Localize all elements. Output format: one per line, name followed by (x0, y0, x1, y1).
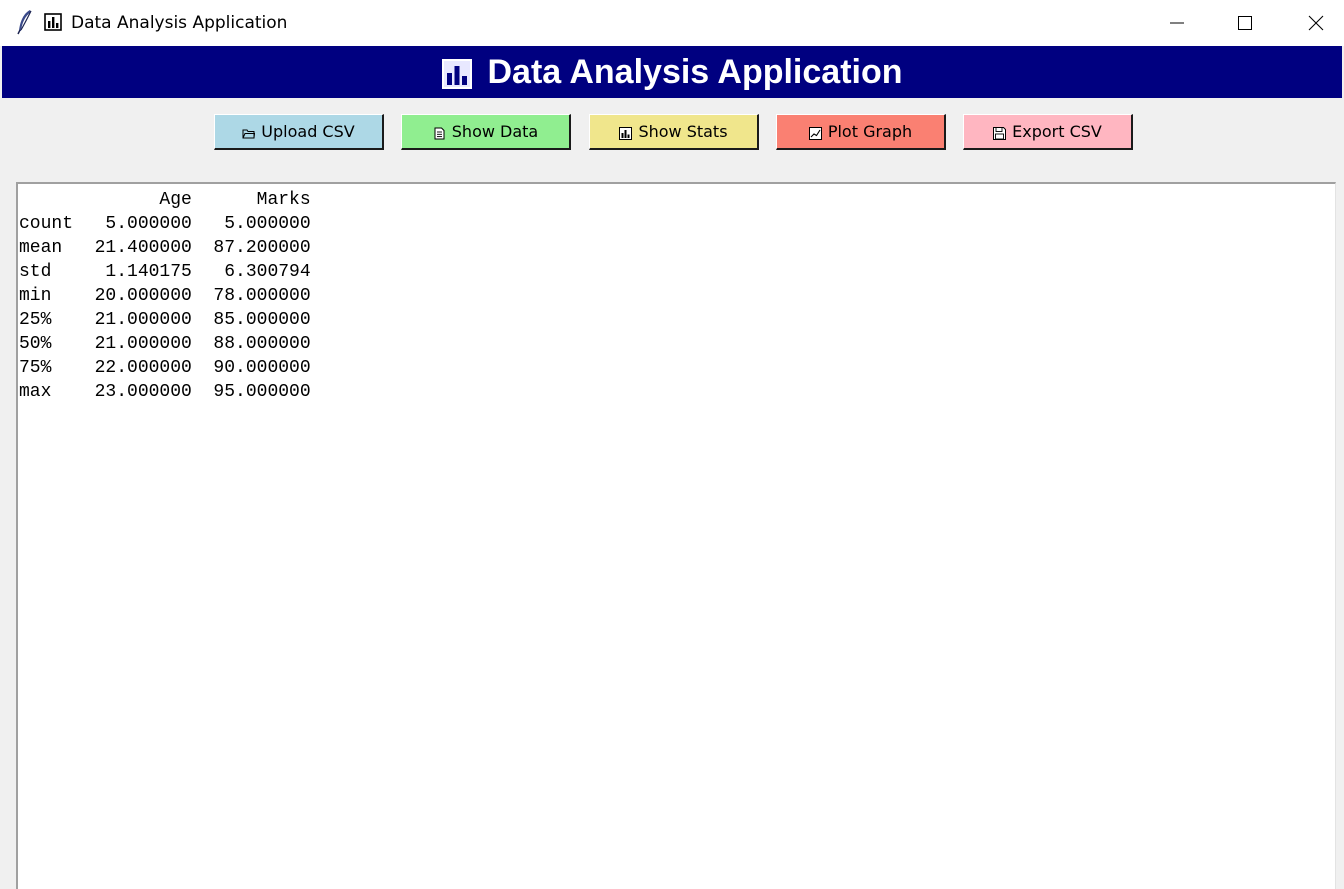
stats-output-text: Age Marks count 5.000000 5.000000 mean 2… (19, 190, 311, 402)
plot-graph-button[interactable]: Plot Graph (776, 114, 946, 150)
export-csv-label: Export CSV (1012, 122, 1102, 141)
app-window: Data Analysis Application Data Analysis … (0, 0, 1344, 889)
header-banner: Data Analysis Application (2, 46, 1342, 98)
output-text-area[interactable]: Age Marks count 5.000000 5.000000 mean 2… (16, 182, 1336, 889)
close-icon (1308, 15, 1324, 31)
document-icon (434, 127, 445, 140)
folder-icon (242, 129, 256, 139)
bar-chart-icon (619, 127, 633, 140)
close-button[interactable] (1293, 0, 1339, 46)
chart-trend-icon (808, 127, 822, 140)
bar-chart-icon (44, 13, 62, 31)
show-stats-label: Show Stats (638, 122, 728, 141)
maximize-button[interactable] (1222, 0, 1268, 46)
bar-chart-icon (442, 59, 473, 89)
maximize-icon (1238, 16, 1252, 30)
show-data-label: Show Data (451, 122, 539, 141)
upload-csv-label: Upload CSV (261, 122, 355, 141)
minimize-button[interactable] (1154, 0, 1200, 46)
feather-icon (17, 10, 32, 35)
floppy-disk-icon (993, 127, 1007, 140)
plot-graph-label: Plot Graph (827, 122, 913, 141)
upload-csv-button[interactable]: Upload CSV (214, 114, 384, 150)
title-bar[interactable]: Data Analysis Application (0, 0, 1344, 46)
page-title: Data Analysis Application (487, 53, 903, 91)
window-title: Data Analysis Application (71, 13, 288, 33)
export-csv-button[interactable]: Export CSV (963, 114, 1133, 150)
show-data-button[interactable]: Show Data (401, 114, 571, 150)
show-stats-button[interactable]: Show Stats (589, 114, 759, 150)
minimize-icon (1170, 22, 1184, 24)
